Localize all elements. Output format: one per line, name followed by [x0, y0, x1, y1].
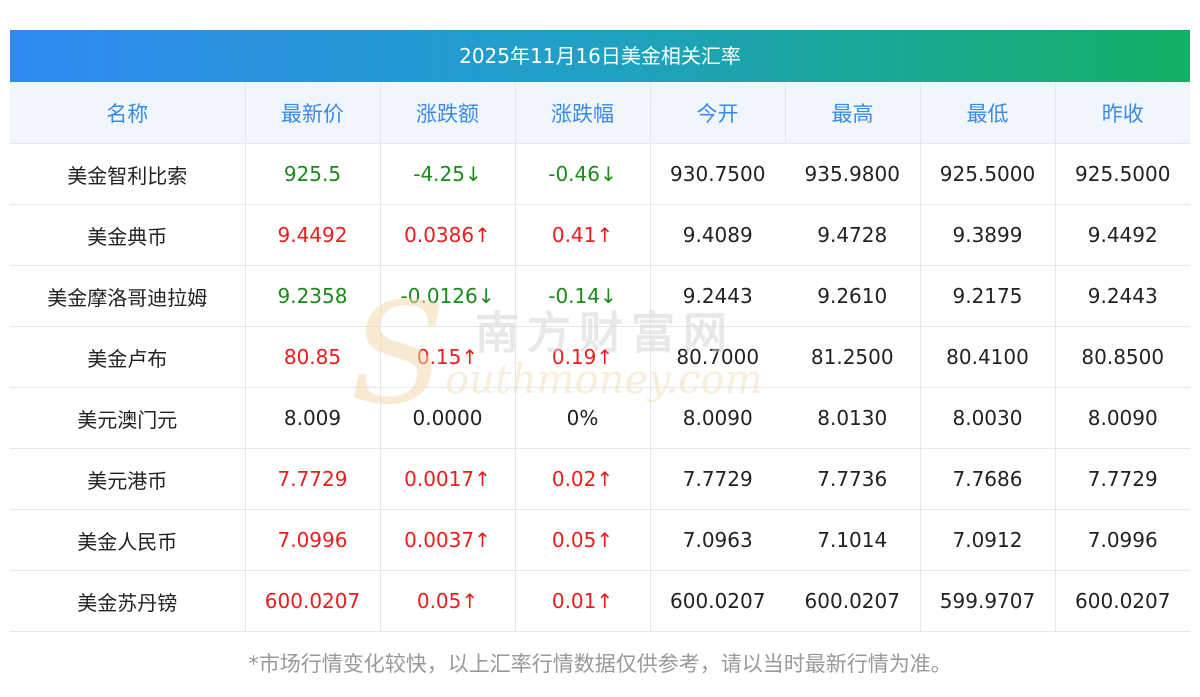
cell-name: 美元澳门元	[10, 387, 246, 449]
cell-low: 7.7686	[920, 448, 1056, 510]
cell-change-pct: 0.02↑	[515, 448, 651, 510]
cell-change-pct: 0.41↑	[515, 204, 651, 266]
cell-name: 美金苏丹镑	[10, 570, 246, 632]
table-row: 美元港币 7.7729 0.0017↑ 0.02↑ 7.7729 7.7736 7.7686…	[10, 448, 1190, 510]
cell-last: 9.4492	[245, 204, 381, 266]
cell-open: 7.0963	[650, 509, 785, 571]
cell-low: 925.5000	[920, 143, 1056, 205]
cell-name: 美金典币	[10, 204, 246, 266]
cell-change: -4.25↓	[380, 143, 516, 205]
cell-last: 925.5	[245, 143, 381, 205]
cell-prev-close: 925.5000	[1055, 143, 1190, 205]
cell-last: 8.009	[245, 387, 381, 449]
cell-open: 80.7000	[650, 326, 785, 388]
cell-open: 8.0090	[650, 387, 785, 449]
cell-name: 美金摩洛哥迪拉姆	[10, 265, 246, 327]
table-row: 美金典币 9.4492 0.0386↑ 0.41↑ 9.4089 9.4728 9.3899…	[10, 204, 1190, 266]
disclaimer-note: *市场行情变化较快，以上汇率行情数据仅供参考，请以当时最新行情为准。	[248, 652, 952, 676]
cell-change-pct: -0.14↓	[515, 265, 651, 327]
table-row: 美金智利比索 925.5 -4.25↓ -0.46↓ 930.7500 935.9800 9…	[10, 143, 1190, 205]
cell-low: 7.0912	[920, 509, 1056, 571]
cell-prev-close: 80.8500	[1055, 326, 1190, 388]
cell-prev-close: 9.4492	[1055, 204, 1190, 266]
cell-open: 9.4089	[650, 204, 785, 266]
cell-open: 600.0207	[650, 570, 785, 632]
cell-change-pct: 0.01↑	[515, 570, 651, 632]
cell-prev-close: 7.0996	[1055, 509, 1190, 571]
cell-high: 7.7736	[785, 448, 921, 510]
cell-low: 9.3899	[920, 204, 1056, 266]
table-row: 美金摩洛哥迪拉姆 9.2358 -0.0126↓ -0.14↓ 9.2443 9.2610…	[10, 265, 1190, 327]
table-title: 2025年11月16日美金相关汇率	[10, 30, 1190, 82]
cell-change: 0.0000	[380, 387, 516, 449]
cell-change-pct: 0.19↑	[515, 326, 651, 388]
header-low: 最低	[920, 82, 1056, 144]
cell-change-pct: 0%	[515, 387, 651, 449]
rate-grid: 名称 最新价 涨跌额 涨跌幅 今开 最高 最低 昨收 美金智利比索 925.5 -4…	[10, 82, 1190, 632]
header-change: 涨跌额	[380, 82, 516, 144]
header-row: 名称 最新价 涨跌额 涨跌幅 今开 最高 最低 昨收	[10, 82, 1190, 144]
cell-change: 0.0386↑	[380, 204, 516, 266]
cell-high: 9.2610	[785, 265, 921, 327]
header-change-pct: 涨跌幅	[515, 82, 651, 144]
cell-name: 美元港币	[10, 448, 246, 510]
cell-high: 600.0207	[785, 570, 921, 632]
cell-change-pct: 0.05↑	[515, 509, 651, 571]
cell-open: 7.7729	[650, 448, 785, 510]
cell-change: 0.05↑	[380, 570, 516, 632]
header-name: 名称	[10, 82, 246, 144]
exchange-rate-table: 2025年11月16日美金相关汇率 名称 最新价 涨跌额 涨跌幅 今开 最高 最…	[10, 30, 1190, 632]
cell-prev-close: 9.2443	[1055, 265, 1190, 327]
header-prev-close: 昨收	[1055, 82, 1190, 144]
header-last: 最新价	[245, 82, 381, 144]
cell-name: 美金卢布	[10, 326, 246, 388]
cell-low: 80.4100	[920, 326, 1056, 388]
header-high: 最高	[785, 82, 921, 144]
cell-last: 7.7729	[245, 448, 381, 510]
header-open: 今开	[650, 82, 786, 144]
cell-low: 599.9707	[920, 570, 1056, 632]
table-row: 美金卢布 80.85 0.15↑ 0.19↑ 80.7000 81.2500 80.4100…	[10, 326, 1190, 388]
cell-last: 600.0207	[245, 570, 381, 632]
cell-high: 9.4728	[785, 204, 921, 266]
cell-low: 8.0030	[920, 387, 1056, 449]
cell-change: -0.0126↓	[380, 265, 516, 327]
table-row: 美金人民币 7.0996 0.0037↑ 0.05↑ 7.0963 7.1014 7.091…	[10, 509, 1190, 571]
table-row: 美元澳门元 8.009 0.0000 0% 8.0090 8.0130 8.0030 8.00…	[10, 387, 1190, 449]
cell-last: 9.2358	[245, 265, 381, 327]
cell-high: 81.2500	[785, 326, 921, 388]
cell-prev-close: 600.0207	[1055, 570, 1190, 632]
cell-low: 9.2175	[920, 265, 1056, 327]
cell-high: 935.9800	[785, 143, 921, 205]
cell-high: 8.0130	[785, 387, 921, 449]
cell-last: 7.0996	[245, 509, 381, 571]
cell-name: 美金智利比索	[10, 143, 246, 205]
cell-open: 9.2443	[650, 265, 785, 327]
cell-last: 80.85	[245, 326, 381, 388]
cell-change: 0.0017↑	[380, 448, 516, 510]
table-body: 美金智利比索 925.5 -4.25↓ -0.46↓ 930.7500 935.9800 9…	[10, 143, 1190, 632]
cell-change: 0.0037↑	[380, 509, 516, 571]
cell-change-pct: -0.46↓	[515, 143, 651, 205]
cell-change: 0.15↑	[380, 326, 516, 388]
table-row: 美金苏丹镑 600.0207 0.05↑ 0.01↑ 600.0207 600.0207 5…	[10, 570, 1190, 632]
cell-name: 美金人民币	[10, 509, 246, 571]
cell-prev-close: 7.7729	[1055, 448, 1190, 510]
cell-open: 930.7500	[650, 143, 785, 205]
cell-prev-close: 8.0090	[1055, 387, 1190, 449]
cell-high: 7.1014	[785, 509, 921, 571]
